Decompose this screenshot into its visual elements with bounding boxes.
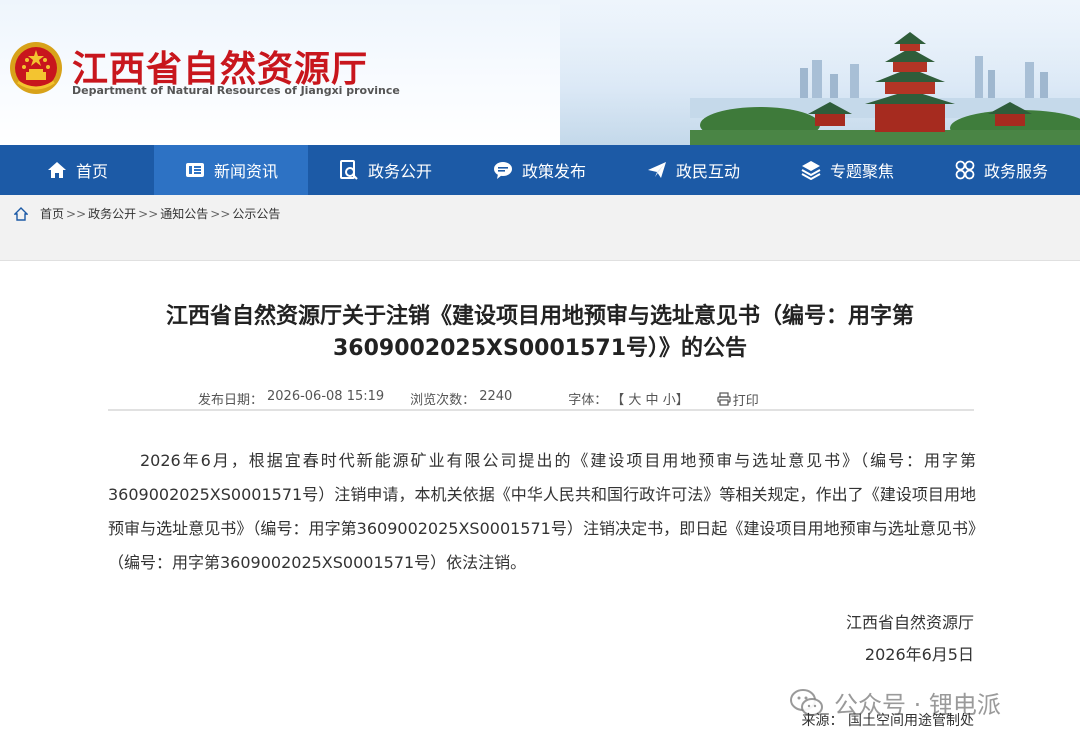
- nav-item-label: 政策发布: [521, 162, 586, 181]
- nav-item-label: 政务服务: [983, 162, 1048, 181]
- article-title-line: 3609002025XS0001571号）》的公告: [332, 336, 748, 361]
- breadcrumb-public-announcements[interactable]: 公示公告: [232, 205, 280, 222]
- grid-circles-icon: [954, 159, 976, 181]
- national-emblem-icon: [10, 42, 62, 94]
- layers-icon: [800, 159, 822, 181]
- nav-item-label: 专题聚焦: [829, 162, 894, 181]
- nav-item-label: 政民互动: [675, 162, 740, 181]
- site-header: 江西省自然资源厅 Department of Natural Resources…: [0, 0, 1080, 145]
- article-meta-bar: 发布日期： 2026-06-08 15:19 浏览次数： 2240 字体： 【 …: [108, 389, 974, 411]
- view-count-value: 2240: [479, 389, 513, 404]
- home-icon: [46, 159, 68, 181]
- breadcrumb-separator: >>: [66, 206, 87, 221]
- breadcrumb-notices[interactable]: 通知公告: [160, 205, 208, 222]
- nav-item-services[interactable]: 政务服务: [924, 145, 1078, 195]
- publish-date-value: 2026-06-08 15:19: [267, 389, 385, 404]
- paper-plane-icon: [646, 159, 668, 181]
- site-subtitle: Department of Natural Resources of Jiang…: [72, 84, 400, 97]
- nav-item-interaction[interactable]: 政民互动: [616, 145, 770, 195]
- article-body: 2026年6月，根据宜春时代新能源矿业有限公司提出的《建设项目用地预审与选址意见…: [108, 451, 976, 572]
- doc-search-icon: [338, 159, 360, 181]
- nav-item-policy[interactable]: 政策发布: [462, 145, 616, 195]
- pavilion-skyline-illustration: [690, 32, 1080, 145]
- nav-item-gov-affairs[interactable]: 政务公开: [308, 145, 462, 195]
- news-icon: [184, 159, 206, 181]
- breadcrumb-gov-affairs[interactable]: 政务公开: [88, 205, 136, 222]
- chat-bubble-icon: [492, 159, 514, 181]
- printer-icon: [717, 392, 731, 406]
- print-button[interactable]: 打印: [717, 389, 763, 409]
- font-size-label: 字体：: [568, 393, 608, 408]
- view-count-label: 浏览次数：: [410, 393, 476, 408]
- article-panel: 江西省自然资源厅关于注销《建设项目用地预审与选址意见书（编号：用字第 36090…: [0, 260, 1080, 745]
- font-size-options[interactable]: 【 大 中 小】: [611, 389, 688, 409]
- nav-item-news[interactable]: 新闻资讯: [154, 145, 308, 195]
- main-navigation: 首页 新闻资讯 政务公开 政策发布 政民互动 专题聚焦 政务服务: [0, 145, 1080, 195]
- nav-item-home[interactable]: 首页: [0, 145, 154, 195]
- print-label: 打印: [732, 393, 759, 409]
- breadcrumb-separator: >>: [138, 206, 159, 221]
- signing-organization: 江西省自然资源厅: [845, 613, 974, 632]
- home-icon: [14, 206, 28, 221]
- article-title-line: 江西省自然资源厅关于注销《建设项目用地预审与选址意见书（编号：用字第: [165, 304, 914, 329]
- signing-date: 2026年6月5日: [864, 645, 974, 664]
- nav-item-topics[interactable]: 专题聚焦: [770, 145, 924, 195]
- breadcrumb-home[interactable]: 首页: [40, 205, 64, 222]
- nav-item-label: 政务公开: [367, 162, 432, 181]
- nav-item-label: 新闻资讯: [213, 162, 278, 181]
- article-source: 来源： 国土空间用途管制处: [801, 713, 974, 729]
- publish-date-label: 发布日期：: [198, 393, 264, 408]
- nav-item-label: 首页: [75, 162, 108, 181]
- breadcrumb: 首页 >> 政务公开 >> 通知公告 >> 公示公告: [0, 195, 1080, 232]
- breadcrumb-separator: >>: [210, 206, 231, 221]
- article-title: 江西省自然资源厅关于注销《建设项目用地预审与选址意见书（编号：用字第 36090…: [110, 301, 970, 365]
